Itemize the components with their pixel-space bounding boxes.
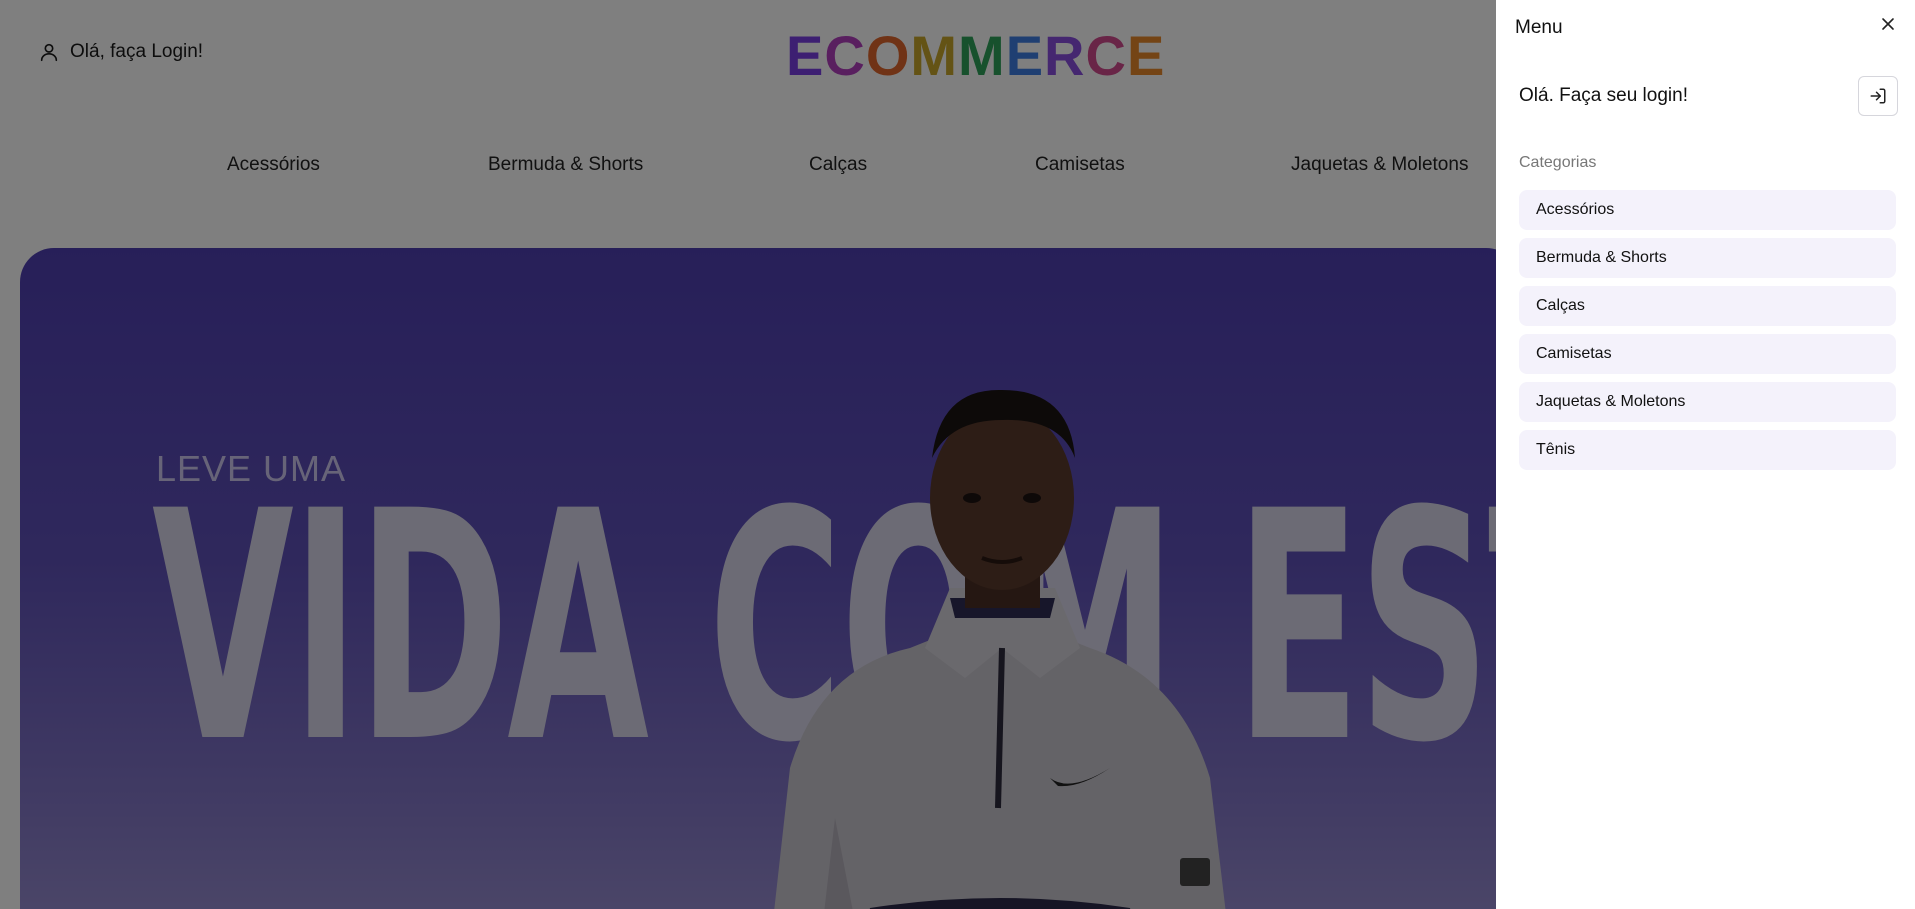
- category-item[interactable]: Calças: [1519, 286, 1896, 326]
- close-icon: [1882, 18, 1894, 30]
- modal-backdrop[interactable]: [0, 0, 1496, 909]
- category-item[interactable]: Acessórios: [1519, 190, 1896, 230]
- close-button[interactable]: [1878, 14, 1898, 34]
- login-greeting: Olá. Faça seu login!: [1519, 85, 1688, 106]
- side-menu-drawer: Menu Olá. Faça seu login! Categorias Ace…: [1496, 0, 1915, 909]
- drawer-title: Menu: [1515, 17, 1563, 38]
- categories-label: Categorias: [1519, 154, 1597, 171]
- category-item[interactable]: Camisetas: [1519, 334, 1896, 374]
- category-item[interactable]: Bermuda & Shorts: [1519, 238, 1896, 278]
- category-list: Acessórios Bermuda & Shorts Calças Camiseta…: [1519, 190, 1896, 478]
- category-item[interactable]: Jaquetas & Moletons: [1519, 382, 1896, 422]
- sign-in-icon: [1870, 88, 1886, 104]
- sign-in-button[interactable]: [1858, 76, 1898, 116]
- category-item[interactable]: Tênis: [1519, 430, 1896, 470]
